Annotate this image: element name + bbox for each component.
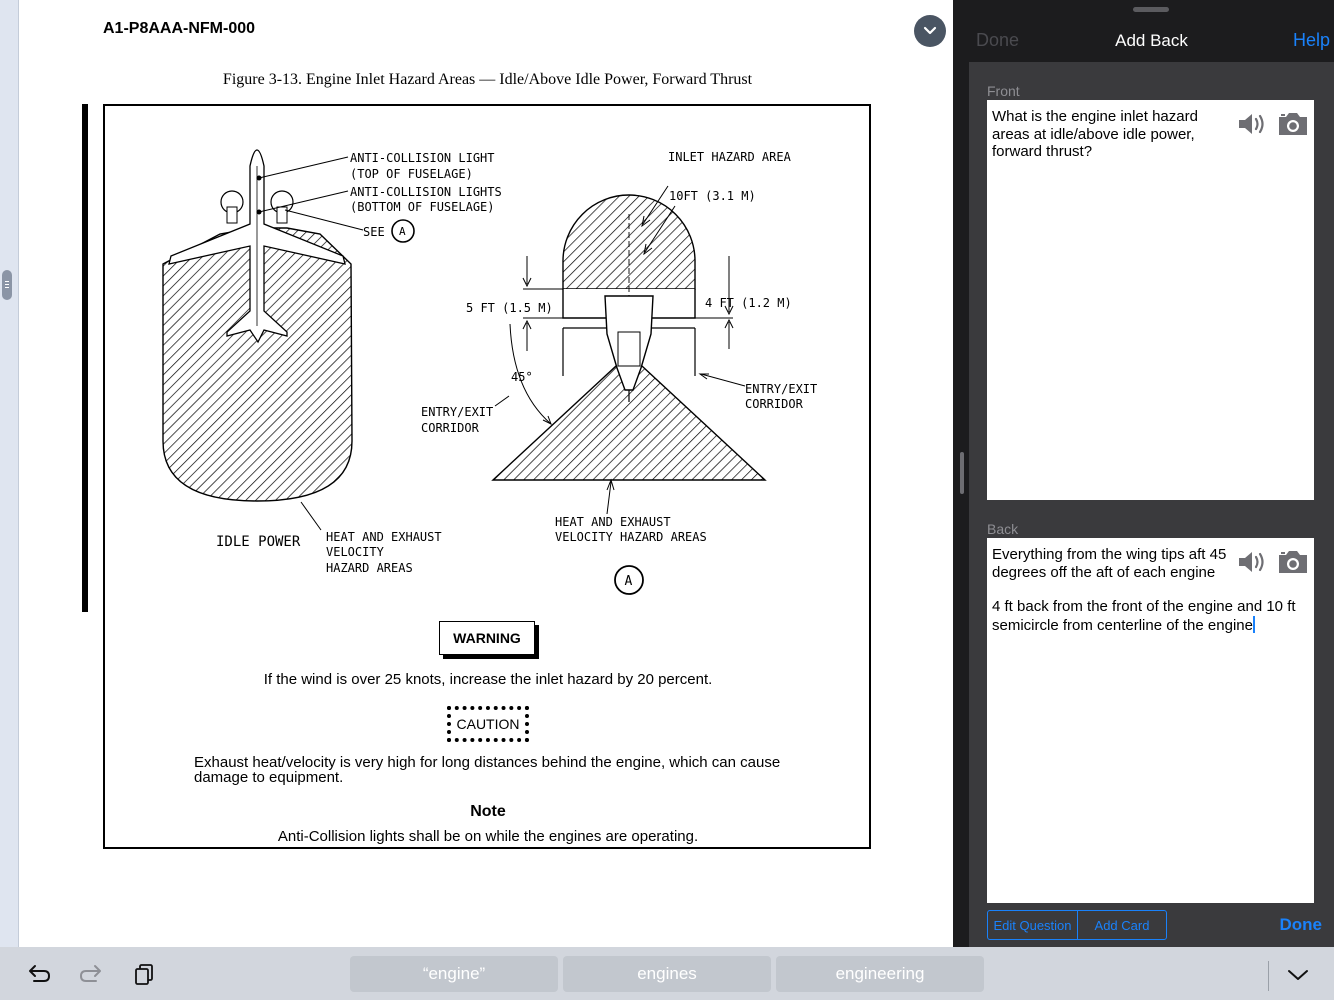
speaker-icon <box>1239 552 1264 572</box>
change-bar <box>82 104 88 612</box>
paste-button[interactable] <box>131 962 157 986</box>
add-card-button[interactable]: Add Card <box>1077 911 1166 939</box>
front-label: Front <box>987 83 1020 99</box>
label-anti-collision-top: ANTI-COLLISION LIGHT <box>350 151 495 165</box>
label-anti-collision-top-2: (TOP OF FUSELAGE) <box>350 167 473 181</box>
front-audio-button[interactable] <box>1237 110 1269 138</box>
suggestion-2[interactable]: engines <box>563 956 771 992</box>
engine-hazard-drawing: ANTI-COLLISION LIGHT (TOP OF FUSELAGE) A… <box>162 149 817 575</box>
undo-button[interactable] <box>26 962 52 986</box>
camera-icon <box>1279 551 1307 573</box>
caution-text: Exhaust heat/velocity is very high for l… <box>194 754 781 786</box>
back-field[interactable]: Everything from the wing tips aft 45 deg… <box>987 538 1314 903</box>
redo-icon <box>79 965 101 982</box>
label-corridor-right: CORRIDOR <box>745 397 804 411</box>
edit-question-button[interactable]: Edit Question <box>988 911 1077 939</box>
label-anti-collision-bottom: ANTI-COLLISION LIGHTS <box>350 185 502 199</box>
document-gutter <box>0 0 19 947</box>
document-pane[interactable]: A1-P8AAA-NFM-000 Figure 3-13. Engine Inl… <box>0 0 957 947</box>
suggestion-3[interactable]: engineering <box>776 956 984 992</box>
back-camera-button[interactable] <box>1277 548 1309 576</box>
undo-icon <box>29 965 51 982</box>
collapse-button[interactable] <box>914 15 946 47</box>
front-text: What is the engine inlet hazard areas at… <box>992 108 1198 160</box>
warning-text: If the wind is over 25 knots, increase t… <box>263 671 713 688</box>
label-idle-power: IDLE POWER <box>216 534 301 550</box>
help-button[interactable]: Help <box>1293 30 1330 51</box>
label-inlet-hazard-area: INLET HAZARD AREA <box>668 150 792 164</box>
back-audio-button[interactable] <box>1237 548 1269 576</box>
label-entry-exit-right: ENTRY/EXIT <box>745 382 817 396</box>
clipboard-icon <box>135 964 153 985</box>
detail-a-marker: A <box>614 565 644 595</box>
label-entry-exit-left: ENTRY/EXIT <box>421 405 493 419</box>
app-screen: A1-P8AAA-NFM-000 Figure 3-13. Engine Inl… <box>0 0 1334 1000</box>
label-angle: 45° <box>511 370 533 384</box>
back-text-line-2-content: 4 ft back from the front of the engine a… <box>992 598 1296 634</box>
split-view-handle[interactable] <box>960 452 964 494</box>
suggestion-1[interactable]: “engine” <box>350 956 558 992</box>
chevron-down-icon <box>923 26 937 35</box>
panel-title: Add Back <box>1115 31 1188 50</box>
label-corridor-left: CORRIDOR <box>421 421 480 435</box>
add-card-panel: Done Add Back Help Front What is the eng… <box>969 0 1334 947</box>
front-media-icons <box>1237 110 1309 138</box>
figure-frame: ANTI-COLLISION LIGHT (TOP OF FUSELAGE) A… <box>103 104 871 849</box>
warning-label: WARNING <box>439 621 535 655</box>
label-ten-ft: 10FT (3.1 M) <box>669 189 756 203</box>
keyboard-separator <box>1268 961 1269 991</box>
label-heat-exhaust-3: HAZARD AREAS <box>326 561 413 575</box>
caution-label: CAUTION <box>447 706 529 742</box>
label-detail-a-small: A <box>399 225 406 238</box>
back-media-icons <box>1237 548 1309 576</box>
panel-pull-handle[interactable] <box>1133 7 1169 12</box>
chevron-down-icon <box>1288 970 1308 980</box>
front-field[interactable]: What is the engine inlet hazard areas at… <box>987 100 1314 500</box>
panel-nav-bar: Done Add Back Help <box>969 0 1334 62</box>
keyboard-suggestion-bar: “engine” engines engineering <box>0 947 1334 1000</box>
sidebar-handle[interactable] <box>2 270 12 300</box>
label-anti-collision-bottom-2: (BOTTOM OF FUSELAGE) <box>350 200 495 214</box>
front-camera-button[interactable] <box>1277 110 1309 138</box>
dismiss-keyboard-button[interactable] <box>1285 962 1311 986</box>
back-label: Back <box>987 521 1019 537</box>
note-text: Anti-Collision lights shall be on while … <box>277 828 699 845</box>
text-caret <box>1252 615 1255 633</box>
label-heat-exhaust-right-2: VELOCITY HAZARD AREAS <box>555 530 707 544</box>
note-title: Note <box>470 803 506 820</box>
label-heat-exhaust-2: VELOCITY <box>326 545 385 559</box>
label-heat-exhaust-1: HEAT AND EXHAUST <box>326 530 442 544</box>
label-heat-exhaust-right-1: HEAT AND EXHAUST <box>555 515 671 529</box>
bottom-done-button[interactable]: Done <box>1280 915 1323 935</box>
label-four-ft: 4 FT (1.2 M) <box>705 296 792 310</box>
speaker-icon <box>1239 114 1264 134</box>
label-five-ft: 5 FT (1.5 M) <box>466 301 553 315</box>
document-header: A1-P8AAA-NFM-000 <box>103 20 256 37</box>
card-action-segmented: Edit Question Add Card <box>987 910 1167 940</box>
redo-button[interactable] <box>78 962 104 986</box>
back-text-line-1: Everything from the wing tips aft 45 deg… <box>992 546 1227 581</box>
panel-bottom-bar: Edit Question Add Card Done <box>969 903 1334 947</box>
detail-a-marker-label: A <box>625 574 633 589</box>
figure-title: Figure 3-13. Engine Inlet Hazard Areas —… <box>222 71 753 88</box>
back-text-line-2: 4 ft back from the front of the engine a… <box>992 598 1310 634</box>
camera-icon <box>1279 113 1307 135</box>
label-see: SEE <box>363 225 385 239</box>
